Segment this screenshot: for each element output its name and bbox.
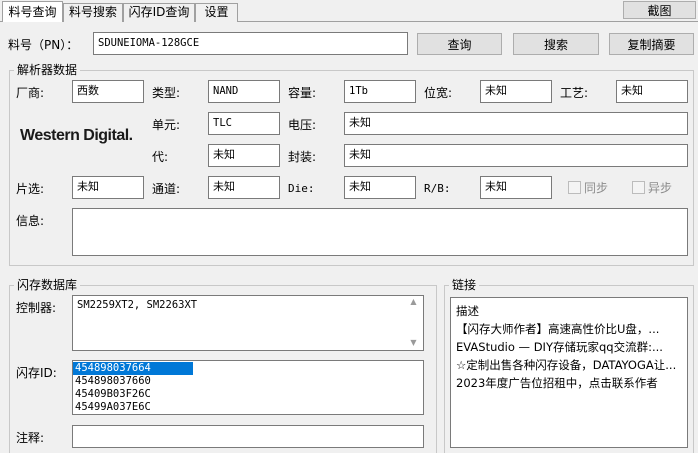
tab-part-search[interactable]: 料号搜索: [63, 3, 123, 22]
chip-select-field[interactable]: 未知: [72, 176, 144, 199]
package-field[interactable]: 未知: [344, 144, 688, 167]
link-item[interactable]: EVAStudio — DIY存储玩家qq交流群:...: [451, 338, 687, 356]
part-number-label: 料号（PN）：: [8, 38, 79, 52]
process-field[interactable]: 未知: [616, 80, 688, 103]
voltage-field[interactable]: 未知: [344, 112, 688, 135]
screenshot-button[interactable]: 截图: [623, 1, 696, 19]
note-field[interactable]: [72, 425, 424, 448]
list-item[interactable]: 454898037660: [73, 375, 423, 388]
type-label: 类型:: [152, 86, 181, 100]
sync-checkbox[interactable]: [568, 181, 581, 194]
links-list[interactable]: 描述 【闪存大师作者】高速高性价比U盘，... EVAStudio — DIY存…: [450, 297, 688, 448]
bus-width-label: 位宽:: [424, 86, 453, 100]
links-header: 描述: [456, 304, 479, 318]
search-button[interactable]: 搜索: [513, 33, 599, 55]
type-field[interactable]: NAND: [208, 80, 280, 103]
controller-textarea[interactable]: SM2259XT2, SM2263XT: [72, 295, 424, 351]
scroll-up-icon[interactable]: ▲: [406, 297, 421, 307]
link-item[interactable]: ☆定制出售各种闪存设备，DATAYOGA让...: [451, 356, 687, 374]
tab-flash-id-query[interactable]: 闪存ID查询: [123, 3, 195, 22]
rb-label: R/B:: [424, 182, 451, 195]
generation-field[interactable]: 未知: [208, 144, 280, 167]
flash-id-list[interactable]: 454898037664 454898037660 45409B03F26C 4…: [72, 360, 424, 415]
channel-label: 通道:: [152, 182, 181, 196]
query-button[interactable]: 查询: [417, 33, 502, 55]
bus-width-field[interactable]: 未知: [480, 80, 552, 103]
rb-field[interactable]: 未知: [480, 176, 552, 199]
link-item[interactable]: 2023年度广告位招租中，点击联系作者: [451, 374, 687, 392]
vendor-label: 厂商:: [16, 86, 45, 100]
package-label: 封装:: [288, 150, 317, 164]
scroll-down-icon[interactable]: ▼: [406, 338, 421, 348]
cell-label: 单元:: [152, 118, 181, 132]
capacity-field[interactable]: 1Tb: [344, 80, 416, 103]
copy-summary-button[interactable]: 复制摘要: [609, 33, 694, 55]
flash-id-label: 闪存ID:: [16, 366, 57, 380]
die-field[interactable]: 未知: [344, 176, 416, 199]
capacity-label: 容量:: [288, 86, 317, 100]
vendor-field[interactable]: 西数: [72, 80, 144, 103]
info-label: 信息:: [16, 214, 45, 228]
link-item[interactable]: 【闪存大师作者】高速高性价比U盘，...: [451, 320, 687, 338]
cell-field[interactable]: TLC: [208, 112, 280, 135]
controller-label: 控制器:: [16, 301, 57, 315]
die-label: Die:: [288, 182, 315, 195]
async-label: 异步: [648, 181, 673, 195]
list-item[interactable]: 45499A037E6C: [73, 401, 423, 414]
channel-field[interactable]: 未知: [208, 176, 280, 199]
list-item[interactable]: 454898037664: [73, 362, 193, 375]
tab-part-query[interactable]: 料号查询: [2, 1, 63, 22]
generation-label: 代:: [152, 150, 169, 164]
tab-settings[interactable]: 设置: [195, 3, 238, 22]
info-textarea[interactable]: [72, 208, 688, 256]
part-number-input[interactable]: SDUNEIOMA-128GCE: [93, 32, 408, 55]
flash-db-title: 闪存数据库: [14, 278, 81, 292]
chip-select-label: 片选:: [16, 182, 45, 196]
links-title: 链接: [449, 278, 480, 292]
western-digital-logo: Western Digital.: [20, 127, 133, 144]
process-label: 工艺:: [560, 86, 589, 100]
parser-data-title: 解析器数据: [14, 63, 81, 77]
voltage-label: 电压:: [288, 118, 317, 132]
sync-label: 同步: [584, 181, 609, 195]
note-label: 注释:: [16, 431, 45, 445]
async-checkbox[interactable]: [632, 181, 645, 194]
list-item[interactable]: 45409B03F26C: [73, 388, 423, 401]
